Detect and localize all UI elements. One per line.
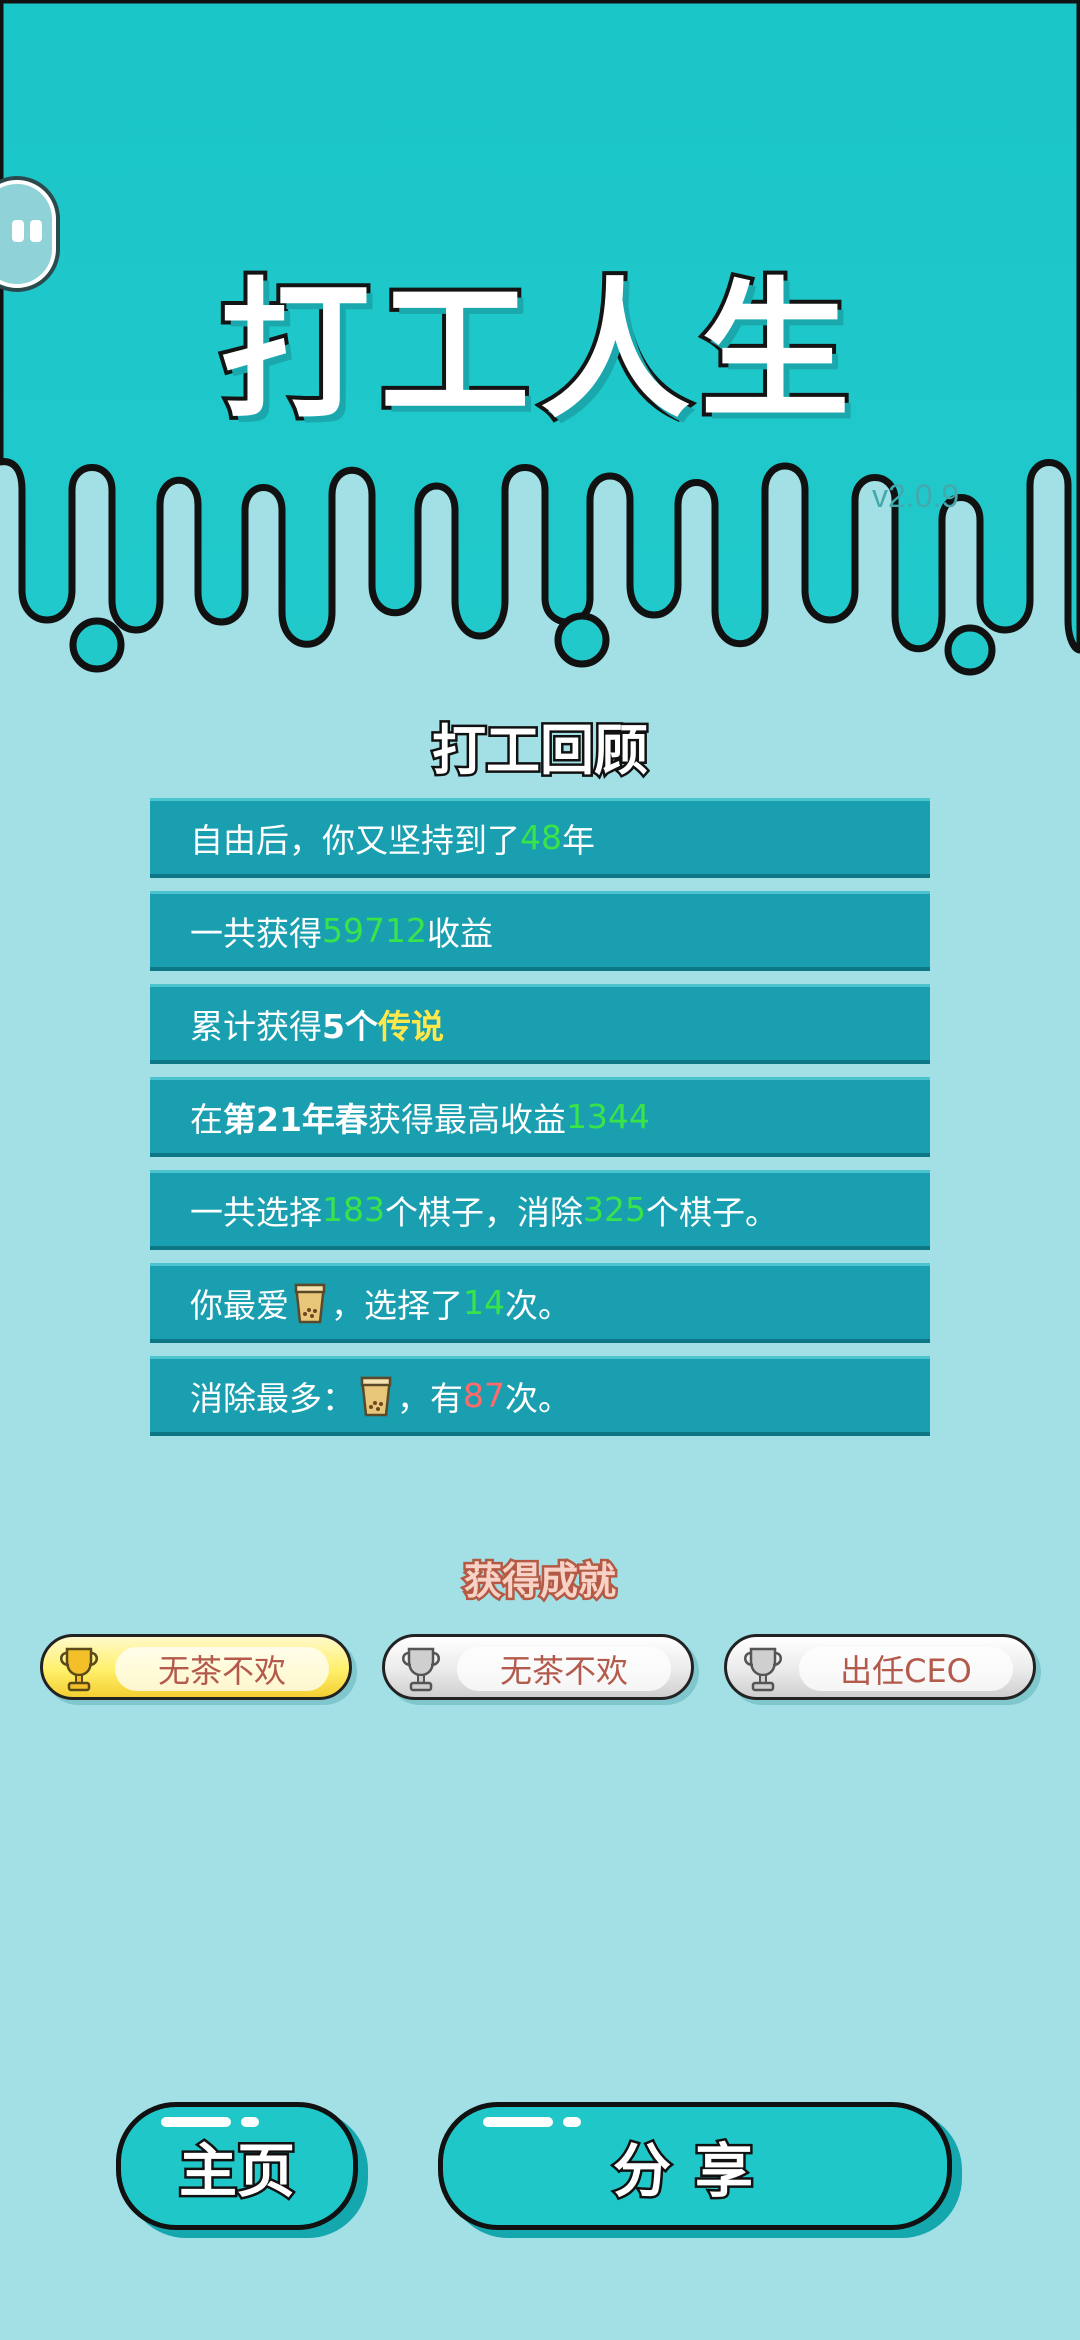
share-button[interactable]: 分享 xyxy=(438,2102,952,2230)
button-shine xyxy=(483,2117,553,2127)
stat-number: 183 xyxy=(322,1190,385,1229)
trophy-icon xyxy=(402,1647,440,1692)
review-title: 打工回顾 xyxy=(430,717,651,785)
share-button-label: 分享 xyxy=(610,2135,777,2208)
achievement-badge[interactable]: 无茶不欢 xyxy=(382,1634,694,1700)
home-button[interactable]: 主页 xyxy=(116,2102,358,2230)
stat-row-best-season: 在 第21年春 获得最高收益 1344 xyxy=(150,1077,930,1157)
stat-text: 在 xyxy=(190,1099,223,1139)
stat-text: 获得最高收益 xyxy=(367,1099,566,1139)
stat-text: 消除最多： xyxy=(190,1378,355,1418)
achievement-label: 无茶不欢 xyxy=(115,1647,329,1691)
button-shine xyxy=(563,2117,581,2127)
achievements-title: 获得成就 xyxy=(461,1557,618,1606)
stat-highlight: 传说 xyxy=(377,1006,444,1046)
stat-text: 一共获得 xyxy=(190,913,322,953)
button-shine xyxy=(241,2117,259,2127)
stat-season: 第21年春 xyxy=(223,1099,368,1139)
stat-row-legends: 累计获得 5个 传说 xyxy=(150,984,930,1064)
achievements-list: 无茶不欢 无茶不欢 出任CEO xyxy=(40,1634,1050,1706)
stat-row-pieces: 一共选择 183 个棋子，消除 325 个棋子。 xyxy=(150,1170,930,1250)
achievement-label: 无茶不欢 xyxy=(457,1647,671,1691)
stat-number: 1344 xyxy=(565,1097,650,1136)
stat-number: 325 xyxy=(583,1190,646,1229)
stat-text: ，有 xyxy=(397,1378,463,1418)
milk-tea-cup-icon xyxy=(359,1374,393,1418)
stat-number: 59712 xyxy=(322,911,427,950)
review-stats-list: 自由后，你又坚持到了 48 年 一共获得 59712 收益 累计获得 5个 传说 在 第21… xyxy=(150,798,930,1449)
stat-text: 个棋子，消除 xyxy=(385,1192,583,1232)
stat-row-most-eliminated: 消除最多： ，有 87 次。 xyxy=(150,1356,930,1436)
stat-row-favorite: 你最爱 ，选择了 14 次。 xyxy=(150,1263,930,1343)
trophy-icon xyxy=(60,1647,98,1692)
stat-text: 次。 xyxy=(505,1378,571,1418)
stat-count: 5个 xyxy=(322,1006,378,1046)
stat-text: 个棋子。 xyxy=(646,1192,778,1232)
achievement-label: 出任CEO xyxy=(799,1647,1013,1691)
stat-number: 14 xyxy=(463,1283,505,1322)
milk-tea-cup-icon xyxy=(293,1281,327,1325)
stat-row-years: 自由后，你又坚持到了 48 年 xyxy=(150,798,930,878)
stat-text: 年 xyxy=(562,820,595,860)
stat-text: ，选择了 xyxy=(331,1285,463,1325)
stat-number: 87 xyxy=(463,1376,505,1415)
button-shine xyxy=(161,2117,231,2127)
stat-row-earnings: 一共获得 59712 收益 xyxy=(150,891,930,971)
stat-text: 你最爱 xyxy=(190,1285,289,1325)
trophy-icon xyxy=(744,1647,782,1692)
stat-number: 48 xyxy=(520,818,562,857)
app-title: 打工人生 xyxy=(216,261,860,443)
stat-text: 自由后，你又坚持到了 xyxy=(190,820,520,860)
version-label: v2.0.9 xyxy=(872,478,960,514)
home-button-label: 主页 xyxy=(176,2135,297,2208)
stat-text: 一共选择 xyxy=(190,1192,322,1232)
achievement-badge[interactable]: 出任CEO xyxy=(724,1634,1036,1700)
stat-text: 次。 xyxy=(505,1285,571,1325)
stat-text: 收益 xyxy=(426,913,493,953)
stat-text: 累计获得 xyxy=(190,1006,322,1046)
achievement-badge[interactable]: 无茶不欢 xyxy=(40,1634,352,1700)
